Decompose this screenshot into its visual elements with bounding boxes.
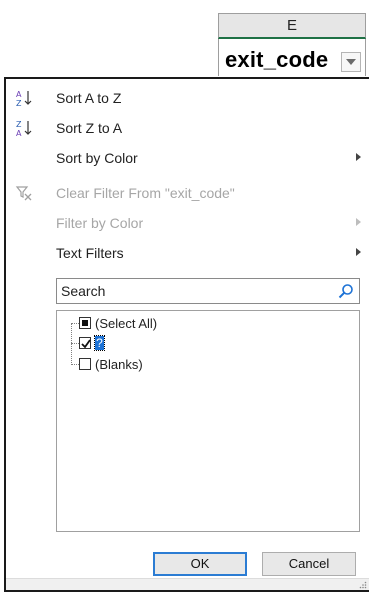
menu-text-filters[interactable]: Text Filters — [6, 238, 369, 268]
menu-sort-by-color[interactable]: Sort by Color — [6, 143, 369, 173]
sort-descending-icon: Z A — [16, 120, 32, 137]
menu-sort-by-color-label: Sort by Color — [56, 150, 138, 166]
search-icon[interactable] — [338, 283, 354, 299]
svg-text:Z: Z — [16, 99, 22, 107]
resize-strip — [6, 578, 369, 590]
submenu-arrow-icon — [356, 218, 361, 226]
menu-sort-asc-label: Sort A to Z — [56, 90, 122, 106]
field-name: exit_code — [225, 47, 329, 72]
ok-button[interactable]: OK — [153, 552, 247, 576]
checkmark-icon — [81, 339, 91, 349]
menu-filter-by-color[interactable]: Filter by Color — [6, 208, 369, 238]
blanks-label: (Blanks) — [95, 357, 143, 372]
menu-text-filters-label: Text Filters — [56, 245, 124, 261]
submenu-arrow-icon — [356, 153, 361, 161]
value-checkbox[interactable] — [79, 337, 91, 349]
menu-sort-desc[interactable]: Z A Sort Z to A — [6, 113, 369, 143]
value-item-label: ? — [94, 335, 105, 351]
tree-connector — [71, 364, 79, 365]
tree-connector — [71, 343, 79, 344]
svg-text:Z: Z — [16, 120, 22, 129]
submenu-arrow-icon — [356, 248, 361, 256]
filter-menu: A Z Sort A to Z Z A Sort Z to A Sort by … — [4, 77, 369, 592]
svg-text:A: A — [16, 129, 22, 137]
filter-dropdown-button[interactable] — [341, 52, 361, 72]
resize-grip-icon[interactable] — [359, 581, 367, 589]
menu-clear-filter-label: Clear Filter From "exit_code" — [56, 185, 235, 201]
svg-text:A: A — [16, 90, 22, 99]
values-list[interactable]: (Select All) ? (Blanks) — [56, 310, 360, 532]
menu-clear-filter[interactable]: Clear Filter From "exit_code" — [6, 178, 369, 208]
select-all-checkbox[interactable] — [79, 317, 91, 329]
cancel-button[interactable]: Cancel — [262, 552, 356, 576]
tree-connector — [71, 323, 79, 324]
menu-sort-desc-label: Sort Z to A — [56, 120, 123, 136]
tree-connector — [71, 323, 72, 365]
field-header-cell[interactable]: exit_code — [218, 39, 366, 76]
search-input[interactable] — [57, 279, 327, 303]
search-box — [56, 278, 360, 304]
column-header-e[interactable]: E — [218, 13, 366, 39]
menu-filter-by-color-label: Filter by Color — [56, 215, 144, 231]
chevron-down-icon — [346, 59, 356, 65]
clear-filter-icon — [15, 186, 32, 201]
select-all-label: (Select All) — [95, 316, 158, 331]
menu-sort-asc[interactable]: A Z Sort A to Z — [6, 83, 369, 113]
blanks-checkbox[interactable] — [79, 358, 91, 370]
sort-ascending-icon: A Z — [16, 90, 32, 107]
